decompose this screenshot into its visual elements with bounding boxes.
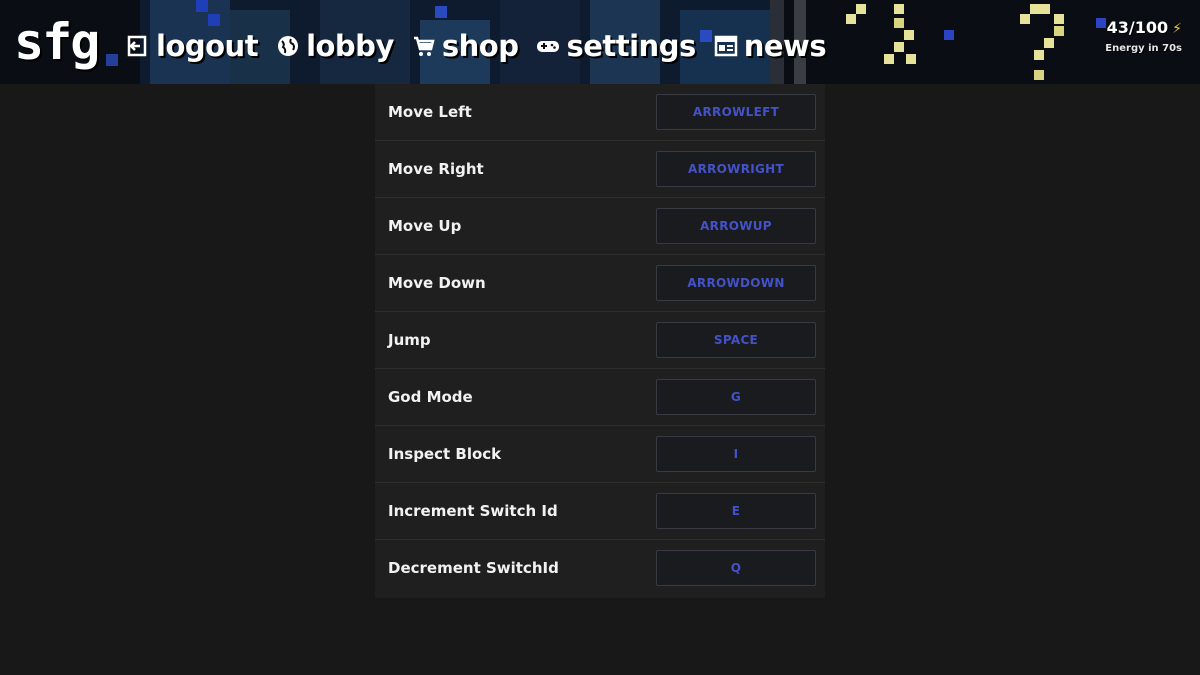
keybind-row: Decrement SwitchId Q	[375, 540, 825, 596]
energy-timer: Energy in 70s	[1105, 43, 1182, 54]
nav-news-label: news	[743, 29, 827, 63]
keybind-button[interactable]: SPACE	[656, 322, 816, 358]
nav-logout[interactable]: logout	[126, 29, 259, 63]
energy-count: 43/100	[1106, 18, 1169, 37]
keybind-button[interactable]: G	[656, 379, 816, 415]
nav-settings[interactable]: settings	[536, 29, 696, 63]
nav-news[interactable]: news	[714, 29, 827, 63]
keybind-row: God Mode G	[375, 369, 825, 426]
main-nav: logout lobby shop settings news	[126, 24, 844, 68]
keybind-row: Move Left ARROWLEFT	[375, 84, 825, 141]
energy-meter: 43/100 ⚡ Energy in 70s	[1105, 18, 1182, 54]
keybind-action-label: Decrement SwitchId	[388, 559, 559, 577]
keybind-action-label: God Mode	[388, 388, 473, 406]
nav-logout-label: logout	[156, 29, 259, 63]
nav-lobby-label: lobby	[306, 29, 394, 63]
keybind-action-label: Jump	[388, 331, 431, 349]
keybind-action-label: Move Right	[388, 160, 484, 178]
keybind-row: Increment Switch Id E	[375, 483, 825, 540]
keybind-button[interactable]: ARROWRIGHT	[656, 151, 816, 187]
keybind-action-label: Move Up	[388, 217, 462, 235]
keybind-button[interactable]: ARROWUP	[656, 208, 816, 244]
nav-shop[interactable]: shop	[412, 29, 519, 63]
keybind-action-label: Increment Switch Id	[388, 502, 558, 520]
keybind-button[interactable]: I	[656, 436, 816, 472]
nav-shop-label: shop	[441, 29, 519, 63]
newspaper-icon	[714, 35, 737, 57]
keybind-settings-panel: Move Left ARROWLEFT Move Right ARROWRIGH…	[375, 84, 825, 598]
site-logo[interactable]: sfg	[14, 14, 100, 70]
keybind-action-label: Move Left	[388, 103, 472, 121]
top-navigation-bar: sfg logout lobby shop settings news 43/1…	[0, 0, 1200, 84]
keybind-button[interactable]: ARROWDOWN	[656, 265, 816, 301]
keybind-button[interactable]: ARROWLEFT	[656, 94, 816, 130]
keybind-row: Move Down ARROWDOWN	[375, 255, 825, 312]
keybind-row: Move Right ARROWRIGHT	[375, 141, 825, 198]
cart-icon	[413, 36, 435, 56]
keybind-button[interactable]: E	[656, 493, 816, 529]
keybind-button[interactable]: Q	[656, 550, 816, 586]
keybind-row: Jump SPACE	[375, 312, 825, 369]
gamepad-icon	[537, 41, 560, 52]
nav-settings-label: settings	[566, 29, 696, 63]
globe-icon	[278, 36, 299, 56]
lightning-icon: ⚡	[1172, 21, 1182, 37]
keybind-row: Move Up ARROWUP	[375, 198, 825, 255]
keybind-row: Inspect Block I	[375, 426, 825, 483]
keybind-action-label: Move Down	[388, 274, 486, 292]
keybind-action-label: Inspect Block	[388, 445, 502, 463]
nav-lobby[interactable]: lobby	[276, 29, 394, 63]
logout-icon	[127, 35, 147, 57]
